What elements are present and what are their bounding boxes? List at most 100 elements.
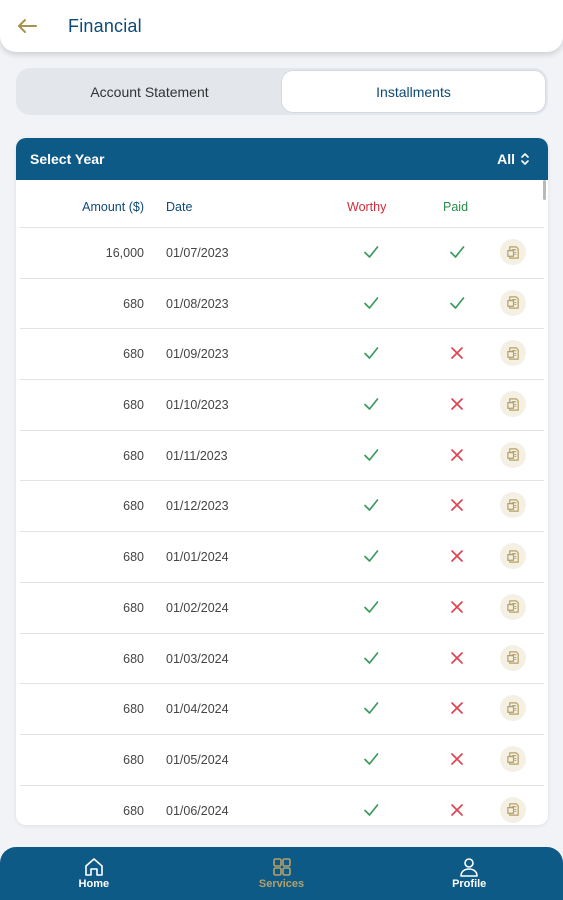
- year-selector-bar: Select Year All: [16, 138, 548, 180]
- bottom-navigation: Home Services Profile: [0, 847, 563, 900]
- receipt-icon: [506, 599, 521, 614]
- receipt-button[interactable]: [500, 796, 526, 823]
- user-icon: [460, 858, 478, 877]
- row-amount: 680: [123, 702, 144, 717]
- row-date: 01/04/2024: [166, 702, 229, 717]
- table-row: 680 01/05/2024: [20, 735, 544, 786]
- installments-card: Select Year All Amount ($) Date Worthy P…: [16, 138, 548, 825]
- row-date: 01/08/2023: [166, 296, 229, 311]
- receipt-button[interactable]: [500, 391, 526, 418]
- paid-cross-icon: [448, 344, 466, 362]
- receipt-icon: [506, 751, 521, 766]
- column-worthy: Worthy: [347, 200, 387, 214]
- receipt-icon: [506, 346, 521, 361]
- row-date: 01/07/2023: [166, 246, 229, 260]
- year-dropdown[interactable]: All: [497, 151, 530, 167]
- nav-profile[interactable]: Profile: [375, 847, 563, 900]
- receipt-icon: [506, 701, 521, 716]
- receipt-button[interactable]: [500, 289, 526, 316]
- table-row: 680 01/04/2024: [20, 684, 544, 735]
- row-date: 01/01/2024: [166, 550, 229, 565]
- row-amount: 680: [123, 600, 144, 615]
- row-amount: 680: [123, 752, 144, 767]
- row-amount: 680: [123, 398, 144, 413]
- receipt-button[interactable]: [500, 543, 526, 570]
- nav-home-label: Home: [78, 878, 110, 890]
- row-amount: 680: [123, 651, 144, 666]
- table-row: 680 01/02/2024: [20, 583, 544, 634]
- receipt-icon: [506, 549, 521, 564]
- nav-services[interactable]: Services: [188, 847, 376, 900]
- segmented-tabs: Account Statement Installments: [16, 68, 548, 115]
- worthy-check-icon: [362, 294, 380, 312]
- row-date: 01/05/2024: [166, 752, 229, 767]
- row-amount: 680: [123, 499, 144, 514]
- row-amount: 680: [123, 296, 144, 311]
- worthy-check-icon: [362, 649, 380, 667]
- receipt-button[interactable]: [500, 695, 526, 722]
- table-row: 680 01/03/2024: [20, 634, 544, 685]
- column-paid: Paid: [443, 200, 469, 214]
- receipt-button[interactable]: [500, 492, 526, 519]
- paid-cross-icon: [448, 496, 466, 514]
- receipt-icon: [506, 498, 521, 513]
- paid-cross-icon: [448, 395, 466, 413]
- receipt-icon: [506, 245, 521, 260]
- worthy-check-icon: [362, 547, 380, 565]
- row-date: 01/09/2023: [166, 347, 229, 362]
- row-amount: 16,000: [105, 246, 144, 260]
- table-row: 680 01/11/2023: [20, 431, 544, 482]
- chevron-up-down-icon: [521, 153, 529, 165]
- row-amount: 680: [123, 347, 144, 362]
- worthy-check-icon: [362, 598, 380, 616]
- table-row: 16,000 01/07/2023: [20, 228, 544, 279]
- row-date: 01/02/2024: [166, 600, 229, 615]
- table-row: 680 01/10/2023: [20, 380, 544, 431]
- worthy-check-icon: [362, 344, 380, 362]
- row-date: 01/06/2024: [166, 803, 229, 818]
- worthy-check-icon: [362, 801, 380, 819]
- paid-check-icon: [448, 243, 466, 261]
- tab-installments[interactable]: Installments: [281, 70, 546, 113]
- arrow-left-icon: [18, 19, 37, 33]
- worthy-check-icon: [362, 699, 380, 717]
- table-header: Amount ($) Date Worthy Paid: [20, 180, 544, 228]
- row-amount: 680: [123, 550, 144, 565]
- nav-profile-label: Profile: [452, 878, 487, 890]
- column-date: Date: [166, 200, 193, 214]
- receipt-icon: [506, 802, 521, 817]
- worthy-check-icon: [362, 496, 380, 514]
- table-row: 680 01/12/2023: [20, 481, 544, 533]
- receipt-button[interactable]: [500, 340, 526, 367]
- receipt-button[interactable]: [500, 745, 526, 772]
- grid-icon: [272, 858, 291, 876]
- paid-cross-icon: [448, 547, 466, 565]
- paid-cross-icon: [448, 699, 466, 717]
- receipt-button[interactable]: [500, 593, 526, 620]
- receipt-icon: [506, 397, 521, 412]
- row-amount: 680: [123, 803, 144, 818]
- column-amount: Amount ($): [82, 200, 144, 214]
- paid-cross-icon: [448, 750, 466, 768]
- paid-cross-icon: [448, 598, 466, 616]
- receipt-button[interactable]: [500, 239, 526, 265]
- table-row: 680 01/06/2024: [20, 786, 544, 825]
- receipt-button[interactable]: [500, 441, 526, 468]
- paid-check-icon: [448, 294, 466, 312]
- row-date: 01/10/2023: [166, 398, 229, 413]
- receipt-button[interactable]: [500, 644, 526, 671]
- page-title: Financial: [68, 15, 142, 36]
- nav-services-label: Services: [258, 878, 305, 890]
- row-date: 01/12/2023: [166, 499, 229, 514]
- receipt-icon: [506, 447, 521, 462]
- installments-list: 16,000 01/07/2023 680 01/08/2023 680 01/09/20…: [16, 228, 548, 825]
- receipt-icon: [506, 295, 521, 310]
- nav-home[interactable]: Home: [0, 847, 188, 900]
- table-row: 680 01/01/2024: [20, 532, 544, 583]
- tab-account-statement[interactable]: Account Statement: [18, 70, 281, 113]
- table-row: 680 01/08/2023: [20, 279, 544, 330]
- select-year-label: Select Year: [30, 151, 105, 167]
- back-button[interactable]: [15, 14, 39, 38]
- home-icon: [85, 858, 103, 876]
- app-header: Financial: [0, 0, 563, 52]
